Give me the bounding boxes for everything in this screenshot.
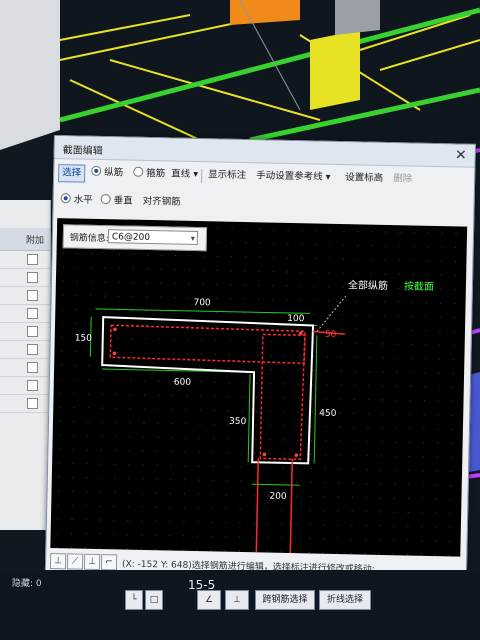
dim-line-450: [313, 335, 318, 464]
checkbox[interactable]: [27, 290, 38, 301]
property-panel: 附加: [0, 200, 51, 530]
radio-icon: [133, 166, 144, 177]
chevron-down-icon[interactable]: ▾: [191, 232, 195, 246]
cross-rebar-select-button[interactable]: 跨钢筋选择: [255, 590, 315, 610]
list-item[interactable]: [0, 305, 50, 323]
list-item[interactable]: [0, 377, 50, 395]
list-item[interactable]: [0, 269, 50, 287]
dim-line-350: [247, 374, 251, 463]
list-item[interactable]: [0, 287, 50, 305]
section-outline: [101, 316, 315, 465]
checkbox[interactable]: [27, 398, 38, 409]
dim-line-700: [95, 308, 311, 314]
rebar-point: [294, 453, 299, 457]
list-item[interactable]: [0, 341, 50, 359]
checkbox[interactable]: [27, 254, 38, 265]
horizontal-radio[interactable]: 水平: [57, 192, 95, 209]
stirrup-radio[interactable]: 箍筋: [130, 166, 168, 183]
dim-50[interactable]: 50: [325, 330, 337, 340]
leader-line: [316, 295, 347, 332]
snap-ortho-icon[interactable]: ⊥: [49, 553, 67, 570]
stirrup-horizontal: [109, 324, 306, 365]
dim-150[interactable]: 150: [75, 333, 93, 343]
checkbox[interactable]: [27, 380, 38, 391]
polyline-select-button[interactable]: 折线选择: [319, 590, 371, 610]
rebar-point: [262, 452, 267, 457]
delete-button[interactable]: 删除: [390, 171, 415, 188]
rebar-info-panel: 钢筋信息: C6@200 ▾: [62, 224, 208, 252]
radio-icon: [100, 193, 111, 205]
align-icon[interactable]: ⊥: [225, 590, 249, 610]
checkbox[interactable]: [27, 308, 38, 319]
frame-icon[interactable]: □: [145, 590, 163, 610]
dim-350[interactable]: 350: [229, 417, 247, 427]
show-annotation-button[interactable]: 显示标注: [205, 167, 249, 184]
list-item[interactable]: [0, 395, 50, 413]
rebar-point: [113, 327, 117, 332]
rebar-info-value: C6@200: [111, 232, 151, 244]
manual-reference-line-label: 手动设置参考线: [256, 170, 323, 183]
radio-icon: [91, 165, 102, 176]
main-status-bar: 隐藏: 0 15-5 └ □ ∠ ⊥ 跨钢筋选择 折线选择: [0, 570, 480, 640]
dim-700[interactable]: 700: [193, 298, 211, 308]
rebar-point: [112, 351, 117, 356]
hidden-count: 隐藏: 0: [12, 579, 42, 589]
straight-line-dropdown[interactable]: 直线 ▾: [168, 166, 201, 183]
rebar-info-label: 钢筋信息:: [69, 233, 109, 245]
press-section-label: 按截面: [404, 279, 434, 293]
chevron-down-icon: ▾: [325, 171, 331, 183]
angle-icon[interactable]: ∠: [197, 590, 221, 610]
snap-perpendicular-icon[interactable]: ⊥: [83, 553, 101, 571]
all-longitudinal-label: 全部纵筋: [348, 278, 388, 292]
vertical-label: 垂直: [113, 195, 133, 207]
longitudinal-radio[interactable]: 纵筋: [88, 165, 126, 182]
align-rebar-button[interactable]: 对齐钢筋: [139, 194, 183, 211]
set-elevation-button[interactable]: 设置标高: [342, 170, 386, 187]
snap-icon[interactable]: └: [125, 590, 143, 610]
section-drawing[interactable]: 700 100 150 50 600 350 450 200 全部纵筋 按截面: [50, 218, 467, 557]
close-icon[interactable]: ✕: [455, 147, 467, 163]
select-button[interactable]: 选择: [58, 164, 86, 183]
radio-icon: [60, 193, 71, 204]
longitudinal-label: 纵筋: [104, 167, 124, 179]
section-canvas[interactable]: 700 100 150 50 600 350 450 200 全部纵筋 按截面 …: [50, 218, 468, 557]
toolbar-divider: [201, 169, 203, 184]
manual-reference-line-button[interactable]: 手动设置参考线 ▾: [253, 168, 334, 186]
snap-midpoint-icon[interactable]: ⌐: [100, 554, 118, 571]
vertical-radio[interactable]: 垂直: [97, 193, 135, 210]
chevron-down-icon: ▾: [193, 168, 199, 181]
dim-200[interactable]: 200: [269, 492, 287, 502]
section-edit-dialog: 截面编辑 ✕ 选择 纵筋 箍筋 直线 ▾ 显示标注 手动设置参考线 ▾ 设置标高…: [44, 135, 476, 596]
dim-100[interactable]: 100: [287, 314, 305, 324]
list-item[interactable]: [0, 251, 50, 269]
dim-line-200: [251, 483, 300, 486]
list-item[interactable]: [0, 359, 50, 377]
straight-line-label: 直线: [171, 168, 191, 180]
checkbox[interactable]: [27, 344, 38, 355]
horizontal-label: 水平: [73, 194, 93, 206]
property-panel-header: 附加: [0, 228, 50, 251]
rebar-info-input[interactable]: C6@200 ▾: [107, 229, 199, 246]
dialog-title: 截面编辑: [62, 145, 103, 158]
stirrup-label: 箍筋: [146, 167, 166, 180]
dim-450[interactable]: 450: [319, 409, 337, 419]
checkbox[interactable]: [27, 362, 38, 373]
list-item[interactable]: [0, 323, 50, 341]
property-panel-header-label: 附加: [26, 236, 45, 246]
stirrup-vertical: [259, 333, 306, 460]
snap-line-icon[interactable]: ⟋: [66, 553, 84, 570]
checkbox[interactable]: [27, 326, 38, 337]
extension-rebar-left: [255, 458, 260, 553]
dim-600[interactable]: 600: [174, 378, 192, 388]
extension-rebar-right: [289, 459, 294, 554]
checkbox[interactable]: [27, 272, 38, 283]
